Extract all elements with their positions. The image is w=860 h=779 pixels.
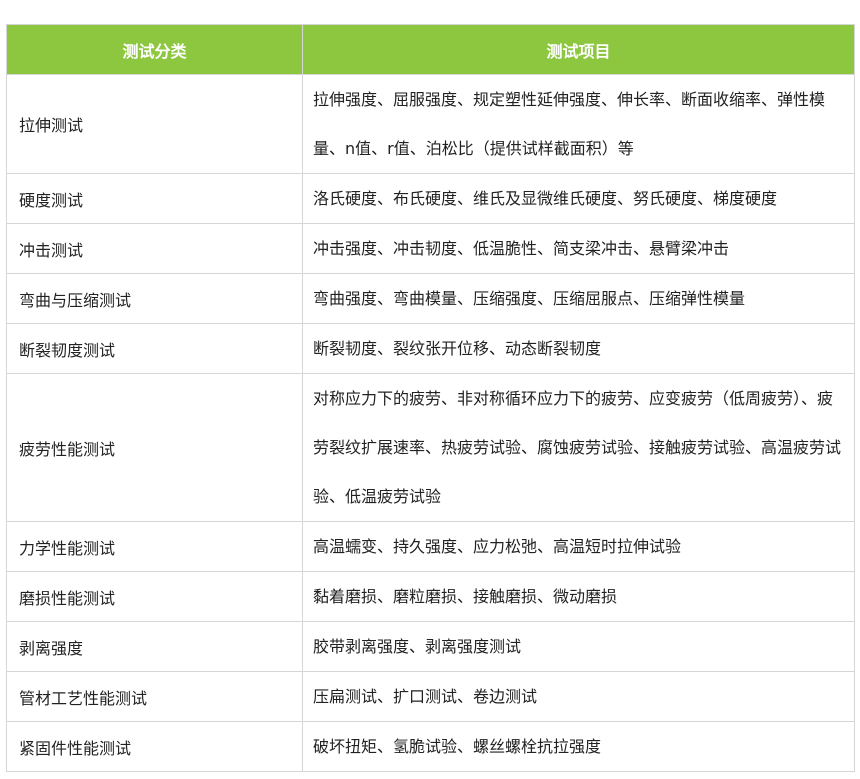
- row-items: 对称应力下的疲劳、非对称循环应力下的疲劳、应变疲劳（低周疲劳）、疲劳裂纹扩展速率…: [302, 373, 855, 522]
- table-row: 疲劳性能测试 对称应力下的疲劳、非对称循环应力下的疲劳、应变疲劳（低周疲劳）、疲…: [6, 373, 855, 522]
- row-category: 力学性能测试: [6, 521, 303, 572]
- table-row: 剥离强度 胶带剥离强度、剥离强度测试: [6, 621, 855, 672]
- table-row: 管材工艺性能测试 压扁测试、扩口测试、卷边测试: [6, 671, 855, 722]
- table-row: 硬度测试 洛氏硬度、布氏硬度、维氏及显微维氏硬度、努氏硬度、梯度硬度: [6, 173, 855, 224]
- test-items-table: 测试分类 测试项目 拉伸测试 拉伸强度、屈服强度、规定塑性延伸强度、伸长率、断面…: [6, 24, 855, 772]
- row-category: 拉伸测试: [6, 74, 303, 174]
- row-items: 压扁测试、扩口测试、卷边测试: [302, 671, 855, 722]
- table-row: 力学性能测试 高温蠕变、持久强度、应力松弛、高温短时拉伸试验: [6, 521, 855, 572]
- row-items: 高温蠕变、持久强度、应力松弛、高温短时拉伸试验: [302, 521, 855, 572]
- table-row: 冲击测试 冲击强度、冲击韧度、低温脆性、简支梁冲击、悬臂梁冲击: [6, 223, 855, 274]
- row-items: 洛氏硬度、布氏硬度、维氏及显微维氏硬度、努氏硬度、梯度硬度: [302, 173, 855, 224]
- row-category: 管材工艺性能测试: [6, 671, 303, 722]
- row-items: 拉伸强度、屈服强度、规定塑性延伸强度、伸长率、断面收缩率、弹性模量、n值、r值、…: [302, 74, 855, 174]
- table-row: 拉伸测试 拉伸强度、屈服强度、规定塑性延伸强度、伸长率、断面收缩率、弹性模量、n…: [6, 74, 855, 174]
- page: 测试分类 测试项目 拉伸测试 拉伸强度、屈服强度、规定塑性延伸强度、伸长率、断面…: [0, 0, 860, 779]
- row-category: 硬度测试: [6, 173, 303, 224]
- table-header: 测试分类 测试项目: [6, 24, 855, 75]
- row-items: 冲击强度、冲击韧度、低温脆性、简支梁冲击、悬臂梁冲击: [302, 223, 855, 274]
- row-category: 弯曲与压缩测试: [6, 273, 303, 324]
- row-items: 破坏扭矩、氢脆试验、螺丝螺栓抗拉强度: [302, 721, 855, 772]
- row-category: 磨损性能测试: [6, 571, 303, 622]
- row-items: 黏着磨损、磨粒磨损、接触磨损、微动磨损: [302, 571, 855, 622]
- row-category: 断裂韧度测试: [6, 323, 303, 374]
- row-items: 弯曲强度、弯曲模量、压缩强度、压缩屈服点、压缩弹性模量: [302, 273, 855, 324]
- row-category: 冲击测试: [6, 223, 303, 274]
- header-category: 测试分类: [6, 24, 303, 75]
- table-row: 断裂韧度测试 断裂韧度、裂纹张开位移、动态断裂韧度: [6, 323, 855, 374]
- table-row: 磨损性能测试 黏着磨损、磨粒磨损、接触磨损、微动磨损: [6, 571, 855, 622]
- table-row: 紧固件性能测试 破坏扭矩、氢脆试验、螺丝螺栓抗拉强度: [6, 721, 855, 772]
- row-items: 断裂韧度、裂纹张开位移、动态断裂韧度: [302, 323, 855, 374]
- row-items: 胶带剥离强度、剥离强度测试: [302, 621, 855, 672]
- table-row: 弯曲与压缩测试 弯曲强度、弯曲模量、压缩强度、压缩屈服点、压缩弹性模量: [6, 273, 855, 324]
- row-category: 疲劳性能测试: [6, 373, 303, 522]
- row-category: 紧固件性能测试: [6, 721, 303, 772]
- table-body: 拉伸测试 拉伸强度、屈服强度、规定塑性延伸强度、伸长率、断面收缩率、弹性模量、n…: [6, 74, 855, 772]
- header-items: 测试项目: [302, 24, 855, 75]
- header-row: 测试分类 测试项目: [6, 24, 855, 75]
- row-category: 剥离强度: [6, 621, 303, 672]
